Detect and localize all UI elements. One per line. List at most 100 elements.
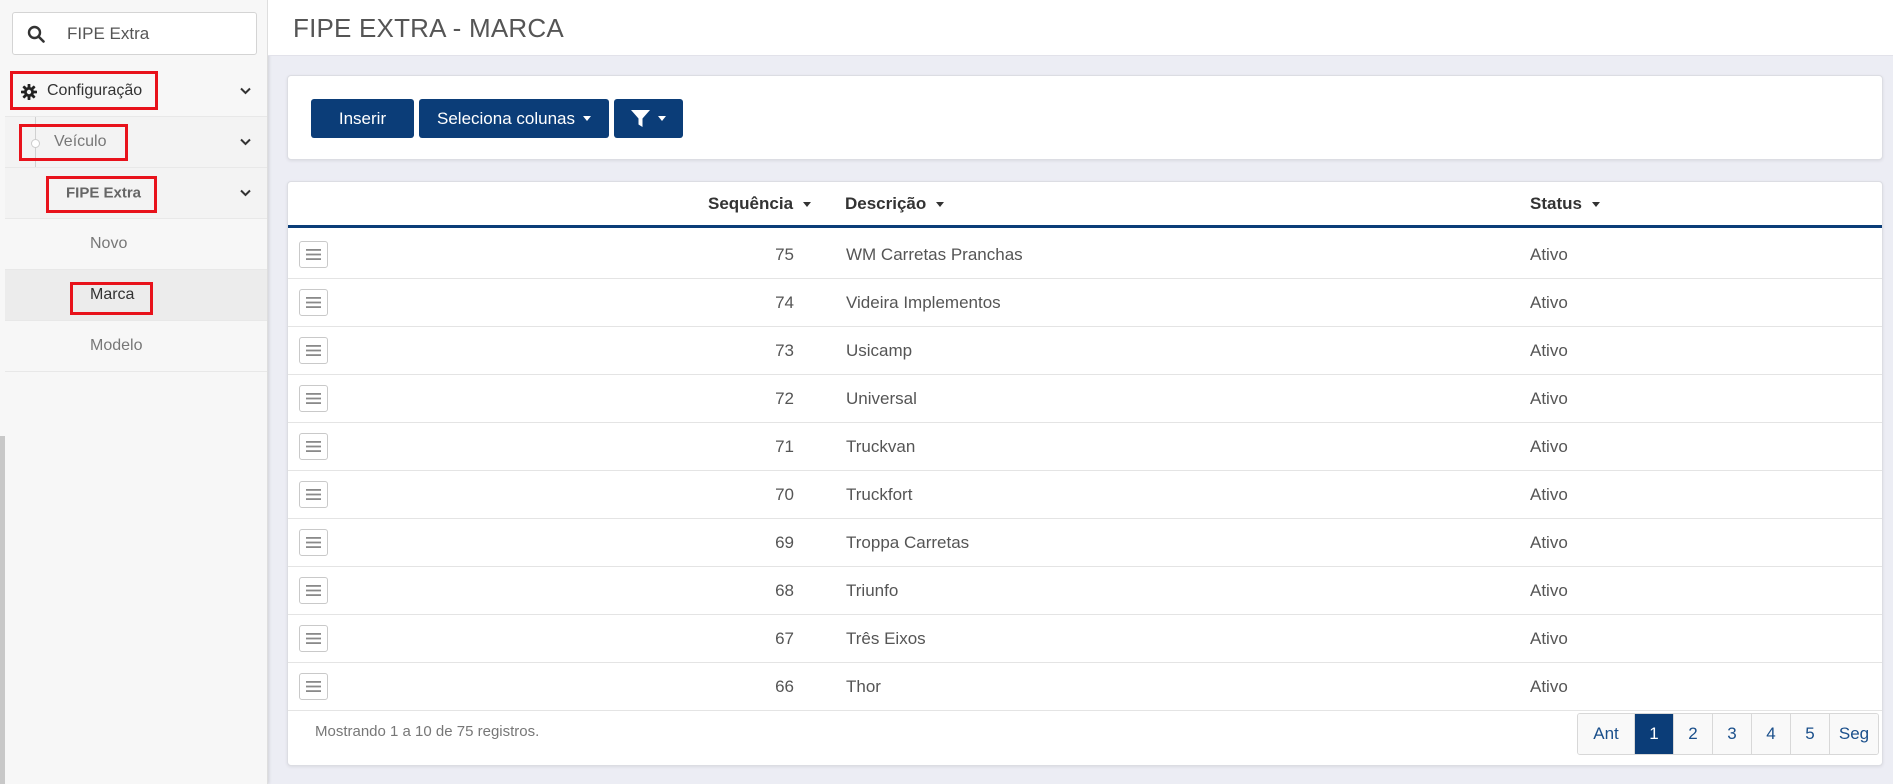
cell-status: Ativo bbox=[1530, 677, 1568, 696]
cell-status: Ativo bbox=[1530, 533, 1568, 552]
list-menu-icon bbox=[306, 249, 321, 260]
caret-down-icon bbox=[658, 116, 666, 121]
cell-descricao: Triunfo bbox=[846, 581, 899, 600]
cell-status: Ativo bbox=[1530, 389, 1568, 408]
select-columns-label: Seleciona colunas bbox=[437, 108, 575, 128]
insert-button-label: Inserir bbox=[338, 108, 387, 128]
sort-caret-icon bbox=[1591, 202, 1600, 208]
cell-sequencia: 71 bbox=[775, 437, 794, 456]
sidebar-search bbox=[12, 12, 257, 55]
highlight-box bbox=[46, 176, 157, 213]
cell-status: Ativo bbox=[1530, 245, 1568, 264]
filter-icon bbox=[631, 109, 650, 127]
highlight-box bbox=[19, 124, 128, 161]
sidebar-scrollbar[interactable] bbox=[0, 436, 5, 784]
sidebar-item-novo[interactable]: Novo bbox=[5, 219, 267, 270]
chevron-down-icon bbox=[240, 138, 251, 146]
sidebar-item-modelo[interactable]: Modelo bbox=[5, 321, 267, 372]
row-menu-button[interactable] bbox=[299, 337, 328, 364]
cell-sequencia: 67 bbox=[775, 629, 794, 648]
row-menu-button[interactable] bbox=[299, 289, 328, 316]
list-menu-icon bbox=[306, 681, 321, 692]
column-header-label: Descrição bbox=[845, 194, 927, 213]
column-header-label: Sequência bbox=[708, 194, 794, 213]
cell-sequencia: 74 bbox=[775, 293, 794, 312]
cell-descricao: Três Eixos bbox=[846, 629, 926, 648]
table-row[interactable]: 68 Triunfo Ativo bbox=[288, 567, 1882, 615]
column-header-status[interactable]: Status bbox=[1530, 194, 1600, 214]
cell-descricao: Universal bbox=[846, 389, 917, 408]
list-menu-icon bbox=[306, 297, 321, 308]
pagination-page-5[interactable]: 5 bbox=[1790, 714, 1829, 754]
list-menu-icon bbox=[306, 393, 321, 404]
row-menu-button[interactable] bbox=[299, 241, 328, 268]
list-menu-icon bbox=[306, 585, 321, 596]
sidebar: Configuração Veículo FIPE Extra Novo Mar… bbox=[0, 0, 268, 784]
row-menu-button[interactable] bbox=[299, 625, 328, 652]
cell-descricao: WM Carretas Pranchas bbox=[846, 245, 1023, 264]
cell-sequencia: 72 bbox=[775, 389, 794, 408]
row-menu-button[interactable] bbox=[299, 433, 328, 460]
table-row[interactable]: 74 Videira Implementos Ativo bbox=[288, 279, 1882, 327]
row-menu-button[interactable] bbox=[299, 577, 328, 604]
cell-sequencia: 75 bbox=[775, 245, 794, 264]
cell-sequencia: 70 bbox=[775, 485, 794, 504]
cell-status: Ativo bbox=[1530, 485, 1568, 504]
column-header-sequencia[interactable]: Sequência bbox=[708, 194, 812, 214]
pagination-next[interactable]: Seg bbox=[1829, 714, 1878, 754]
cell-descricao: Usicamp bbox=[846, 341, 913, 360]
sidebar-item-label: Modelo bbox=[90, 337, 143, 354]
pagination-page-2[interactable]: 2 bbox=[1673, 714, 1712, 754]
cell-status: Ativo bbox=[1530, 293, 1568, 312]
table-row[interactable]: 66 Thor Ativo bbox=[288, 663, 1882, 711]
cell-descricao: Videira Implementos bbox=[846, 293, 1001, 312]
list-menu-icon bbox=[306, 345, 321, 356]
filter-button[interactable] bbox=[614, 99, 683, 138]
cell-descricao: Thor bbox=[846, 677, 881, 696]
sidebar-item-label: Novo bbox=[90, 235, 128, 252]
sort-caret-icon bbox=[936, 202, 945, 208]
list-menu-icon bbox=[306, 537, 321, 548]
table-row[interactable]: 73 Usicamp Ativo bbox=[288, 327, 1882, 375]
table-row[interactable]: 70 Truckfort Ativo bbox=[288, 471, 1882, 519]
cell-descricao: Truckvan bbox=[846, 437, 916, 456]
sort-caret-icon bbox=[803, 202, 812, 208]
cell-descricao: Troppa Carretas bbox=[846, 533, 970, 552]
pagination-page-4[interactable]: 4 bbox=[1751, 714, 1790, 754]
data-table: Sequência Descrição Status 75 WM Carretas… bbox=[287, 181, 1883, 766]
search-icon bbox=[27, 25, 45, 43]
table-row[interactable]: 69 Troppa Carretas Ativo bbox=[288, 519, 1882, 567]
table-row[interactable]: 72 Universal Ativo bbox=[288, 375, 1882, 423]
highlight-box bbox=[70, 282, 153, 315]
records-info: Mostrando 1 a 10 de 75 registros. bbox=[315, 723, 540, 740]
cell-sequencia: 69 bbox=[775, 533, 794, 552]
pagination-page-1[interactable]: 1 bbox=[1634, 714, 1673, 754]
list-menu-icon bbox=[306, 633, 321, 644]
row-menu-button[interactable] bbox=[299, 529, 328, 556]
pagination-prev[interactable]: Ant bbox=[1578, 714, 1634, 754]
row-menu-button[interactable] bbox=[299, 385, 328, 412]
search-input[interactable] bbox=[67, 23, 237, 44]
row-menu-button[interactable] bbox=[299, 673, 328, 700]
pagination: Ant 1 2 3 4 5 Seg bbox=[1577, 713, 1879, 755]
row-menu-button[interactable] bbox=[299, 481, 328, 508]
select-columns-button[interactable]: Seleciona colunas bbox=[419, 99, 609, 138]
toolbar-panel: Inserir Seleciona colunas bbox=[287, 75, 1883, 160]
cell-sequencia: 73 bbox=[775, 341, 794, 360]
list-menu-icon bbox=[306, 441, 321, 452]
table-row[interactable]: 67 Três Eixos Ativo bbox=[288, 615, 1882, 663]
table-row[interactable]: 75 WM Carretas Pranchas Ativo bbox=[288, 231, 1882, 279]
cell-status: Ativo bbox=[1530, 581, 1568, 600]
page-title: FIPE EXTRA - MARCA bbox=[293, 13, 564, 43]
list-menu-icon bbox=[306, 489, 321, 500]
top-bar: FIPE EXTRA - MARCA bbox=[268, 0, 1893, 56]
highlight-box bbox=[10, 71, 158, 110]
column-header-descricao[interactable]: Descrição bbox=[845, 194, 945, 214]
table-row[interactable]: 71 Truckvan Ativo bbox=[288, 423, 1882, 471]
pagination-page-3[interactable]: 3 bbox=[1712, 714, 1751, 754]
cell-sequencia: 66 bbox=[775, 677, 794, 696]
chevron-down-icon bbox=[240, 189, 251, 197]
insert-button[interactable]: Inserir bbox=[311, 99, 414, 138]
table-header: Sequência Descrição Status bbox=[288, 182, 1882, 228]
cell-status: Ativo bbox=[1530, 629, 1568, 648]
